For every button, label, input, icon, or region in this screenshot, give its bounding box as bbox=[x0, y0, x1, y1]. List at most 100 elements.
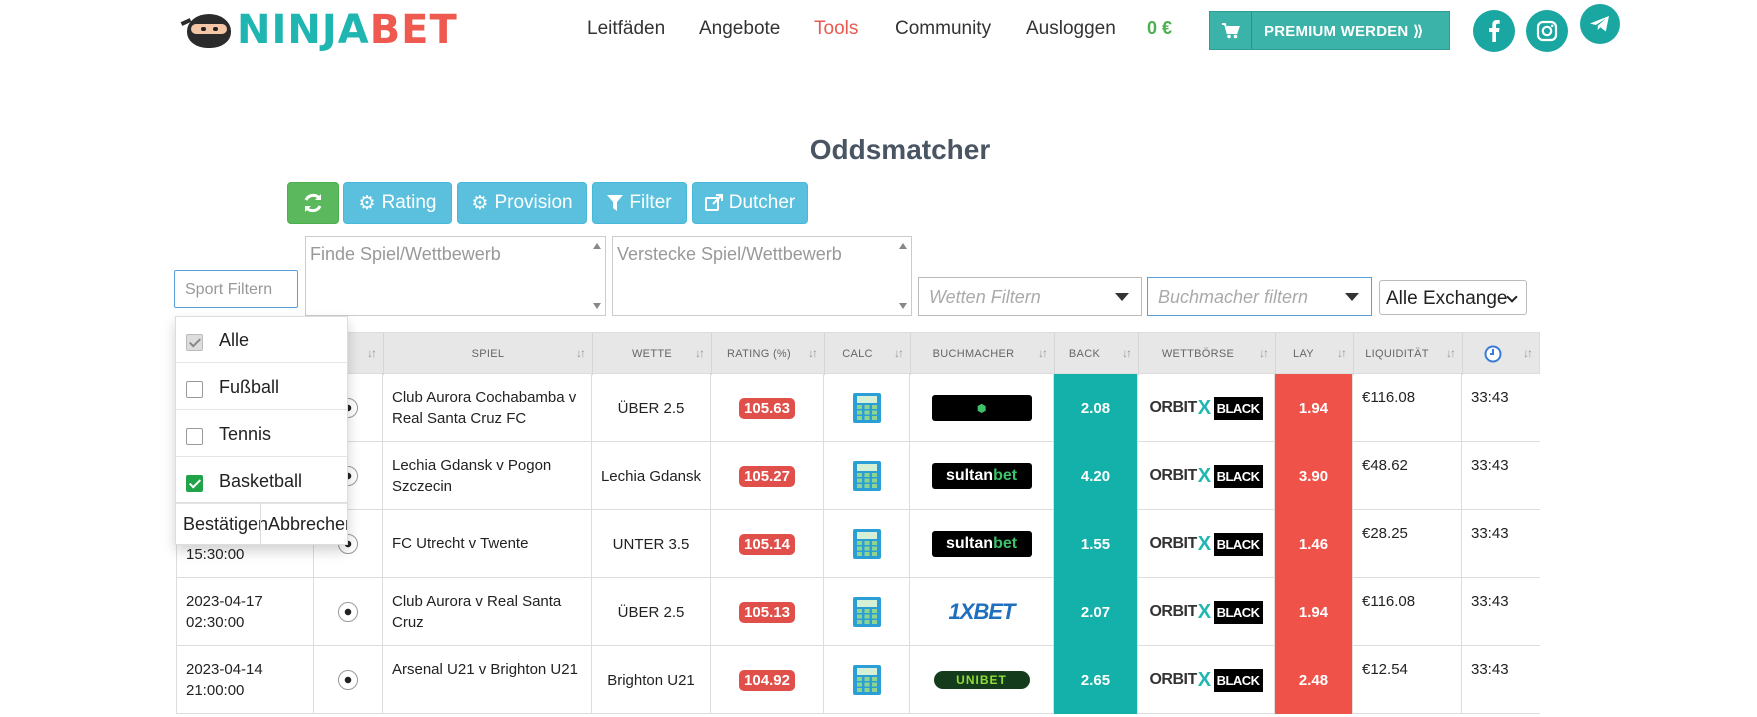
bookmaker-logo[interactable]: UNIBET bbox=[933, 671, 1030, 689]
cell-back-odds[interactable]: 2.65 bbox=[1054, 646, 1138, 714]
caret-down-icon bbox=[1345, 293, 1359, 301]
ninjabet-logo[interactable]: NINJA BET bbox=[180, 8, 458, 52]
calculator-icon[interactable] bbox=[852, 393, 881, 423]
bookmaker-filter-select[interactable]: Buchmacher filtern bbox=[1147, 277, 1372, 316]
calculator-icon[interactable] bbox=[852, 529, 881, 559]
instagram-icon[interactable] bbox=[1526, 10, 1568, 52]
th-rating-label: RATING (%) bbox=[727, 348, 791, 360]
checkbox[interactable] bbox=[186, 428, 203, 445]
th-liquiditaet[interactable]: LIQUIDITÄT ↓↑ bbox=[1354, 333, 1463, 375]
hide-game-input[interactable]: Verstecke Spiel/Wettbewerb bbox=[612, 236, 912, 316]
back-odds: 2.08 bbox=[1080, 399, 1111, 417]
confirm-button[interactable]: Bestätigen bbox=[183, 514, 268, 535]
bets-filter-select[interactable]: Wetten Filtern bbox=[918, 277, 1142, 316]
scrollbar[interactable] bbox=[895, 237, 911, 315]
exchange-logo[interactable]: ORBIT X BLACK bbox=[1149, 396, 1263, 420]
filter-icon bbox=[607, 195, 624, 211]
th-buchmacher[interactable]: BUCHMACHER ↓↑ bbox=[911, 333, 1055, 375]
cell-bookmaker: UNIBET bbox=[910, 646, 1054, 714]
exchange-logo[interactable]: ORBIT X BLACK bbox=[1149, 532, 1263, 556]
cell-back-odds[interactable]: 2.08 bbox=[1054, 374, 1138, 442]
nav-angebote[interactable]: Angebote bbox=[699, 18, 780, 40]
cell-lay-odds[interactable]: 2.48 bbox=[1275, 646, 1353, 714]
premium-button[interactable]: PREMIUM WERDEN ⟫ bbox=[1209, 11, 1450, 50]
cell-lay-odds[interactable]: 1.94 bbox=[1275, 374, 1353, 442]
sort-icon: ↓↑ bbox=[808, 346, 818, 360]
cell-lay-odds[interactable]: 1.94 bbox=[1275, 578, 1353, 646]
checkbox[interactable] bbox=[186, 475, 203, 492]
nav-tools[interactable]: Tools bbox=[814, 18, 858, 40]
bookmaker-logo[interactable]: ⬢ bbox=[931, 395, 1032, 421]
nav-ausloggen[interactable]: Ausloggen bbox=[1026, 18, 1116, 40]
cancel-button[interactable]: Abbrechen bbox=[268, 514, 347, 535]
exchange-logo[interactable]: ORBIT X BLACK bbox=[1149, 668, 1263, 692]
cell-lay-odds[interactable]: 1.46 bbox=[1275, 510, 1353, 578]
filter-button[interactable]: Filter bbox=[592, 182, 687, 224]
sport-option-fussball[interactable]: Fußball bbox=[176, 364, 347, 410]
cell-sport bbox=[314, 646, 383, 714]
back-odds: 4.20 bbox=[1080, 467, 1111, 485]
provision-button[interactable]: ⚙ Provision bbox=[457, 182, 587, 224]
scrollbar[interactable] bbox=[589, 237, 605, 315]
sport-option-tennis[interactable]: Tennis bbox=[176, 411, 347, 457]
th-countdown[interactable]: ↓↑ bbox=[1463, 333, 1539, 375]
sort-icon: ↓↑ bbox=[1259, 346, 1269, 360]
table-header: ↓↑ SPIEL ↓↑ WETTE ↓↑ RATING (%) ↓↑ CALC ↓↑ B… bbox=[176, 332, 1540, 375]
chevron-down-icon bbox=[1506, 291, 1518, 303]
cell-back-odds[interactable]: 2.07 bbox=[1054, 578, 1138, 646]
sort-icon: ↓↑ bbox=[1523, 346, 1533, 360]
hide-game-placeholder: Verstecke Spiel/Wettbewerb bbox=[617, 244, 842, 264]
bet-type: Lechia Gdansk bbox=[600, 467, 702, 485]
cell-back-odds[interactable]: 4.20 bbox=[1054, 442, 1138, 510]
sport-filter-input[interactable]: Sport Filtern bbox=[174, 270, 298, 308]
find-game-input[interactable]: Finde Spiel/Wettbewerb bbox=[305, 236, 606, 316]
bookmaker-name-part: bet bbox=[993, 535, 1018, 552]
cart-icon bbox=[1210, 12, 1252, 49]
nav-leitfaeden[interactable]: Leitfäden bbox=[587, 18, 665, 40]
calculator-icon[interactable] bbox=[852, 665, 881, 695]
exchange-logo[interactable]: ORBIT X BLACK bbox=[1149, 464, 1263, 488]
cell-calc bbox=[824, 646, 910, 714]
cell-game: Club Aurora v Real Santa Cruz bbox=[383, 578, 592, 646]
th-rating[interactable]: RATING (%) ↓↑ bbox=[712, 333, 825, 375]
bookmaker-name-part: bet bbox=[993, 467, 1018, 484]
calculator-icon[interactable] bbox=[852, 597, 881, 627]
refresh-icon bbox=[304, 193, 322, 213]
sport-option-basketball[interactable]: Basketball bbox=[176, 458, 347, 504]
calculator-icon[interactable] bbox=[852, 461, 881, 491]
th-wettboerse[interactable]: WETTBÖRSE ↓↑ bbox=[1139, 333, 1276, 375]
th-back[interactable]: BACK ↓↑ bbox=[1055, 333, 1139, 375]
refresh-button[interactable] bbox=[287, 182, 339, 224]
cell-bet: ÜBER 2.5 bbox=[592, 578, 711, 646]
dutcher-button[interactable]: Dutcher bbox=[692, 182, 808, 224]
bookmaker-logo[interactable]: 1XBET bbox=[932, 599, 1032, 625]
cell-rating: 105.14 bbox=[711, 510, 824, 578]
cell-bookmaker: 1XBET bbox=[910, 578, 1054, 646]
th-wette[interactable]: WETTE ↓↑ bbox=[593, 333, 712, 375]
exchange-select[interactable]: Alle Exchange bbox=[1379, 280, 1527, 315]
th-spiel[interactable]: SPIEL ↓↑ bbox=[384, 333, 593, 375]
liquidity-value: €28.25 bbox=[1362, 525, 1408, 542]
rating-button[interactable]: ⚙ Rating bbox=[343, 182, 452, 224]
sort-icon: ↓↑ bbox=[1122, 346, 1132, 360]
th-calc[interactable]: CALC ↓↑ bbox=[825, 333, 911, 375]
nav-community[interactable]: Community bbox=[895, 18, 991, 40]
cell-rating: 105.63 bbox=[711, 374, 824, 442]
sport-option-alle[interactable]: Alle bbox=[176, 317, 347, 363]
cell-lay-odds[interactable]: 3.90 bbox=[1275, 442, 1353, 510]
cell-back-odds[interactable]: 1.55 bbox=[1054, 510, 1138, 578]
telegram-icon[interactable] bbox=[1580, 4, 1620, 44]
exchange-logo[interactable]: ORBIT X BLACK bbox=[1149, 600, 1263, 624]
lay-odds: 2.48 bbox=[1298, 671, 1329, 689]
bookmaker-logo[interactable]: sultan bet bbox=[931, 463, 1032, 489]
divider bbox=[260, 503, 261, 545]
checkbox[interactable] bbox=[186, 334, 203, 351]
cell-game: Arsenal U21 v Brighton U21 bbox=[383, 646, 592, 714]
lay-odds: 3.90 bbox=[1298, 467, 1329, 485]
lay-odds: 1.94 bbox=[1298, 603, 1329, 621]
bookmaker-logo[interactable]: sultan bet bbox=[931, 531, 1032, 557]
facebook-icon[interactable] bbox=[1473, 10, 1515, 52]
th-lay[interactable]: LAY ↓↑ bbox=[1276, 333, 1354, 375]
cell-exchange: ORBIT X BLACK bbox=[1138, 646, 1275, 714]
checkbox[interactable] bbox=[186, 381, 203, 398]
